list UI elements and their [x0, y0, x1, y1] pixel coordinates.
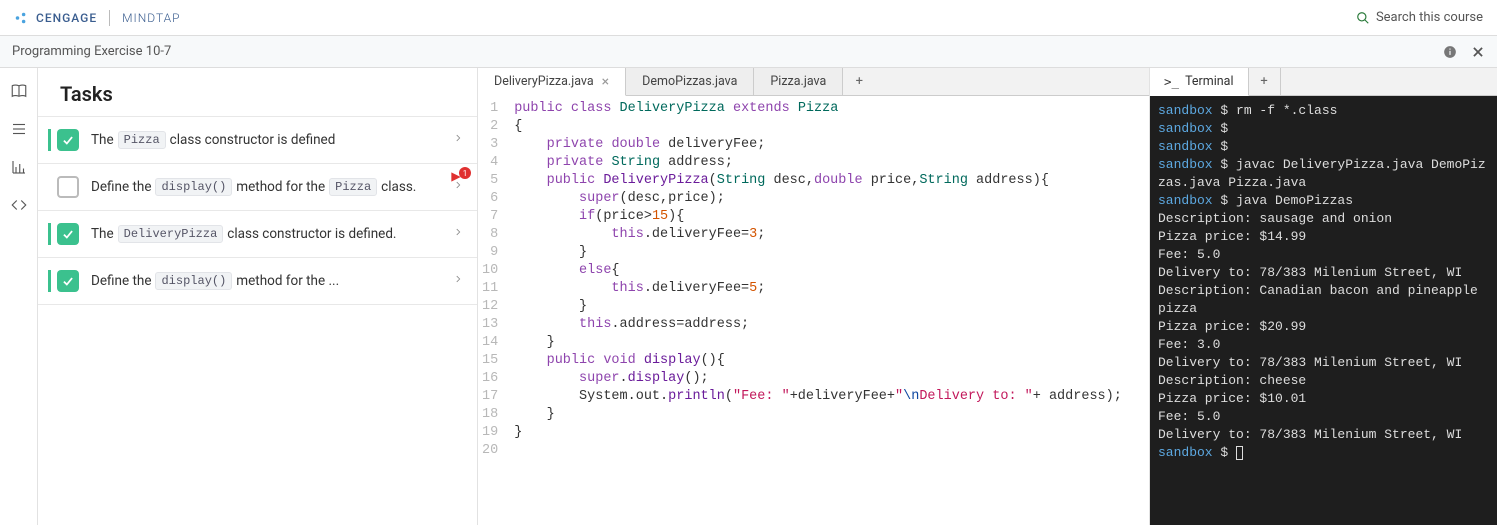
top-bar: CENGAGE MINDTAP Search this course — [0, 0, 1497, 36]
task-accent — [48, 129, 51, 151]
brand-cengage: CENGAGE — [36, 11, 97, 25]
chevron-right-icon — [453, 225, 463, 243]
task-checkbox[interactable] — [57, 129, 79, 151]
search-icon — [1356, 11, 1370, 25]
task-text: The Pizza class constructor is defined — [91, 131, 453, 149]
task-row[interactable]: Define the display() method for the ... — [38, 257, 477, 305]
brand-mindtap: MINDTAP — [122, 11, 180, 25]
tasks-panel: Tasks The Pizza class constructor is def… — [38, 68, 478, 525]
chevron-right-icon — [453, 131, 463, 149]
task-text: Define the display() method for the Pizz… — [91, 178, 453, 196]
close-icon[interactable] — [1471, 45, 1485, 59]
add-editor-tab[interactable]: + — [843, 68, 875, 95]
editor-tab-label: DemoPizzas.java — [642, 74, 737, 89]
breadcrumb: Programming Exercise 10-7 — [12, 44, 171, 59]
editor-tab-label: Pizza.java — [770, 74, 826, 89]
editor-tab-label: DeliveryPizza.java — [494, 74, 594, 89]
chart-icon[interactable] — [10, 158, 28, 176]
editor-tab[interactable]: Pizza.java× — [754, 68, 843, 95]
task-text: Define the display() method for the ... — [91, 272, 453, 290]
inline-code: display() — [155, 178, 232, 196]
terminal-tab[interactable]: >_ Terminal — [1150, 68, 1249, 96]
code-icon[interactable] — [10, 196, 28, 214]
terminal-prompt-icon: >_ — [1164, 74, 1179, 89]
task-row[interactable]: The DeliveryPizza class constructor is d… — [38, 210, 477, 257]
sub-bar: Programming Exercise 10-7 — [0, 36, 1497, 68]
task-text: The DeliveryPizza class constructor is d… — [91, 225, 453, 243]
cengage-logo-icon — [14, 11, 28, 25]
terminal-tab-label: Terminal — [1185, 74, 1233, 89]
editor-panel: DeliveryPizza.java×DemoPizzas.java×Pizza… — [478, 68, 1150, 525]
task-row[interactable]: The Pizza class constructor is defined — [38, 116, 477, 163]
info-icon[interactable] — [1443, 45, 1457, 59]
task-accent — [48, 223, 51, 245]
task-checkbox[interactable] — [57, 270, 79, 292]
inline-code: display() — [155, 272, 232, 290]
search-placeholder: Search this course — [1376, 10, 1483, 25]
code-content[interactable]: public class DeliveryPizza extends Pizza… — [506, 96, 1149, 525]
line-gutter: 1234567891011121314151617181920 — [478, 96, 506, 525]
task-alert-badge: 1 — [449, 170, 471, 184]
add-terminal-tab[interactable]: + — [1249, 68, 1281, 95]
editor-tabs: DeliveryPizza.java×DemoPizzas.java×Pizza… — [478, 68, 1149, 96]
task-row[interactable]: Define the display() method for the Pizz… — [38, 163, 477, 210]
inline-code: DeliveryPizza — [118, 225, 224, 243]
brand: CENGAGE MINDTAP — [14, 10, 181, 26]
terminal-output[interactable]: sandbox $ rm -f *.classsandbox $ sandbox… — [1150, 96, 1497, 525]
editor-tab[interactable]: DemoPizzas.java× — [626, 68, 754, 95]
task-checkbox[interactable] — [57, 176, 79, 198]
inline-code: Pizza — [118, 131, 166, 149]
chevron-right-icon — [453, 272, 463, 290]
task-accent — [48, 270, 51, 292]
task-accent — [48, 176, 51, 198]
editor-tab[interactable]: DeliveryPizza.java × — [478, 68, 626, 96]
brand-separator — [109, 10, 110, 26]
close-tab-icon[interactable]: × — [602, 74, 609, 90]
tasks-list: The Pizza class constructor is defined De… — [38, 116, 477, 305]
code-editor[interactable]: 1234567891011121314151617181920 public c… — [478, 96, 1149, 525]
main: Tasks The Pizza class constructor is def… — [0, 68, 1497, 525]
task-checkbox[interactable] — [57, 223, 79, 245]
left-rail — [0, 68, 38, 525]
inline-code: Pizza — [329, 178, 377, 196]
list-icon[interactable] — [10, 120, 28, 138]
book-icon[interactable] — [10, 82, 28, 100]
terminal-tabs: >_ Terminal + — [1150, 68, 1497, 96]
terminal-panel: >_ Terminal + sandbox $ rm -f *.classsan… — [1150, 68, 1497, 525]
search-course[interactable]: Search this course — [1356, 10, 1483, 25]
tasks-heading: Tasks — [38, 68, 477, 116]
